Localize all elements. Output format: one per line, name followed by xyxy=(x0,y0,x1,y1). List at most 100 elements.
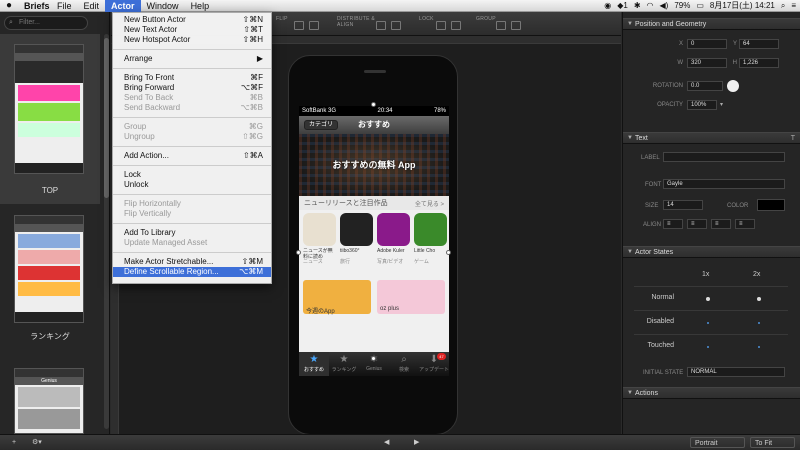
notification-icon[interactable]: ◆1 xyxy=(617,1,628,10)
unlock-icon[interactable] xyxy=(451,21,461,30)
menu-item-label: Bring To Front xyxy=(124,73,175,82)
y-field[interactable]: 64 xyxy=(739,39,779,49)
text-section-header[interactable]: ▼ Text T xyxy=(623,132,800,144)
scene-thumb-genius[interactable]: Genius xyxy=(0,364,100,434)
opacity-field[interactable]: 100% xyxy=(687,100,717,110)
align-left-button[interactable]: ≡ xyxy=(663,219,683,229)
menu-help[interactable]: Help xyxy=(185,0,216,12)
menu-item-add-action[interactable]: Add Action... ⇧⌘A xyxy=(113,151,271,161)
see-all-link[interactable]: 全て見る > xyxy=(415,199,444,208)
menu-item-lock[interactable]: Lock xyxy=(113,170,271,180)
menu-file[interactable]: File xyxy=(51,0,78,12)
promo-card[interactable]: oz plus xyxy=(377,280,445,314)
align-button[interactable] xyxy=(391,21,401,30)
filter-input[interactable]: ⌕ Filter... xyxy=(4,16,88,30)
search-icon[interactable]: ⌕ xyxy=(781,1,785,11)
lock-icon[interactable] xyxy=(436,21,446,30)
state-row-disabled[interactable]: Disabled xyxy=(634,310,788,333)
resize-handle-right[interactable] xyxy=(446,250,451,255)
initial-state-select[interactable]: NORMAL xyxy=(687,367,785,377)
tab-item[interactable]: ★ おすすめ xyxy=(299,352,329,376)
rotation-field[interactable]: 0.0 xyxy=(687,81,723,91)
geometry-section-header[interactable]: ▼ Position and Geometry xyxy=(623,18,800,30)
text-tool-icon[interactable]: T xyxy=(791,133,795,144)
align-justify-button[interactable]: ≡ xyxy=(735,219,755,229)
size-field[interactable]: 14 xyxy=(663,200,703,210)
bluetooth-icon[interactable]: ✱ xyxy=(634,1,641,10)
menu-item-define-scrollable-region[interactable]: Define Scrollable Region... ⌥⌘M xyxy=(113,267,271,277)
menu-item-label: Flip Vertically xyxy=(124,209,172,218)
menu-item-new-hotspot-actor[interactable]: New Hotspot Actor ⇧⌘H xyxy=(113,35,271,45)
menu-item-bring-to-front[interactable]: Bring To Front ⌘F xyxy=(113,73,271,83)
resize-handle-bottom[interactable] xyxy=(371,356,376,361)
menu-item-arrange[interactable]: Arrange ▶ xyxy=(113,54,271,64)
menu-item-new-button-actor[interactable]: New Button Actor ⇧⌘N xyxy=(113,15,271,25)
align-right-button[interactable]: ≡ xyxy=(711,219,731,229)
menu-separator xyxy=(113,252,271,253)
menu-item-make-actor-stretchable[interactable]: Make Actor Stretchable... ⇧⌘M xyxy=(113,257,271,267)
scene-thumb-top[interactable]: TOP xyxy=(0,34,100,204)
app-tile[interactable]: tiibo360° 旅行 xyxy=(340,213,373,273)
tab-item[interactable]: ⬇ アップデート 47 xyxy=(419,352,449,376)
featured-banner[interactable]: おすすめの無料 App xyxy=(299,134,449,196)
menu-window[interactable]: Window xyxy=(141,0,185,12)
menu-item-unlock[interactable]: Unlock xyxy=(113,180,271,190)
flip-vertical-button[interactable] xyxy=(309,21,319,30)
menu-item-add-to-library[interactable]: Add To Library xyxy=(113,228,271,238)
promo-card[interactable]: 今週のApp xyxy=(303,280,371,315)
state-dot[interactable] xyxy=(757,297,761,301)
prev-scene-button[interactable]: ◀ xyxy=(380,437,393,448)
apple-icon[interactable]: ● xyxy=(0,0,18,11)
tab-item[interactable]: ⌕ 検索 xyxy=(389,352,419,376)
app-tile[interactable]: ニュースが無料に読める・・・ニュース xyxy=(303,213,336,273)
add-scene-button[interactable]: + xyxy=(8,437,20,448)
scene-thumb-ranking[interactable]: ランキング xyxy=(0,207,100,357)
battery-percent[interactable]: 79% xyxy=(674,1,690,10)
menu-edit[interactable]: Edit xyxy=(78,0,106,12)
actions-section-header[interactable]: ▼ Actions xyxy=(623,387,800,399)
menu-item-bring-forward[interactable]: Bring Forward ⌥⌘F xyxy=(113,83,271,93)
orientation-select[interactable]: Portrait xyxy=(690,437,745,448)
align-center-button[interactable]: ≡ xyxy=(687,219,707,229)
distribute-button[interactable] xyxy=(376,21,386,30)
state-dot[interactable] xyxy=(707,346,709,348)
scrollbar-thumb[interactable] xyxy=(104,38,109,198)
volume-icon[interactable]: ◀) xyxy=(660,1,669,10)
app-tile[interactable]: Little Cho ゲーム xyxy=(414,213,447,273)
state-dot[interactable] xyxy=(706,297,710,301)
app-tile[interactable]: Adobe Kuler 写真/ビデオ xyxy=(377,213,410,273)
menu-app-name[interactable]: Briefs xyxy=(18,0,51,12)
state-row-normal[interactable]: Normal xyxy=(634,286,788,309)
resize-handle-top[interactable] xyxy=(371,102,376,107)
tab-icon: ★ xyxy=(309,354,319,365)
font-select[interactable]: Gayle xyxy=(663,179,785,189)
zoom-select[interactable]: To Fit xyxy=(750,437,795,448)
next-scene-button[interactable]: ▶ xyxy=(410,437,423,448)
state-dot[interactable] xyxy=(758,346,760,348)
actor-states-header[interactable]: ▼ Actor States xyxy=(623,246,800,258)
color-swatch[interactable] xyxy=(757,199,785,211)
list-icon[interactable]: ≡ xyxy=(791,1,796,10)
wifi-icon[interactable]: ◠ xyxy=(647,1,654,10)
status-icon[interactable]: ◉ xyxy=(604,1,611,10)
h-field[interactable]: 1,226 xyxy=(739,58,779,68)
gear-icon[interactable]: ⚙▾ xyxy=(28,437,46,448)
menubar-clock[interactable]: 8月17日(土) 14:21 xyxy=(710,0,775,11)
battery-icon[interactable]: ▭ xyxy=(696,1,704,10)
rotation-dial[interactable] xyxy=(727,80,739,92)
menu-actor[interactable]: Actor xyxy=(105,0,141,12)
group-button[interactable] xyxy=(496,21,506,30)
state-dot[interactable] xyxy=(707,322,709,324)
tab-item[interactable]: ★ ランキング xyxy=(329,352,359,376)
opacity-stepper[interactable]: ▾ xyxy=(720,101,723,108)
state-dot[interactable] xyxy=(758,322,760,324)
sidebar-scrollbar[interactable] xyxy=(104,34,109,429)
ungroup-button[interactable] xyxy=(511,21,521,30)
flip-horizontal-button[interactable] xyxy=(294,21,304,30)
resize-handle-left[interactable] xyxy=(296,250,301,255)
label-field[interactable] xyxy=(663,152,785,162)
phone-screen[interactable]: SoftBank 3G 20:34 78% カテゴリ おすすめ おすすめの無料 … xyxy=(299,106,449,376)
state-row-touched[interactable]: Touched xyxy=(634,334,788,357)
menu-item-new-text-actor[interactable]: New Text Actor ⇧⌘T xyxy=(113,25,271,35)
toolbar-flip-label: FLIP xyxy=(276,16,288,22)
